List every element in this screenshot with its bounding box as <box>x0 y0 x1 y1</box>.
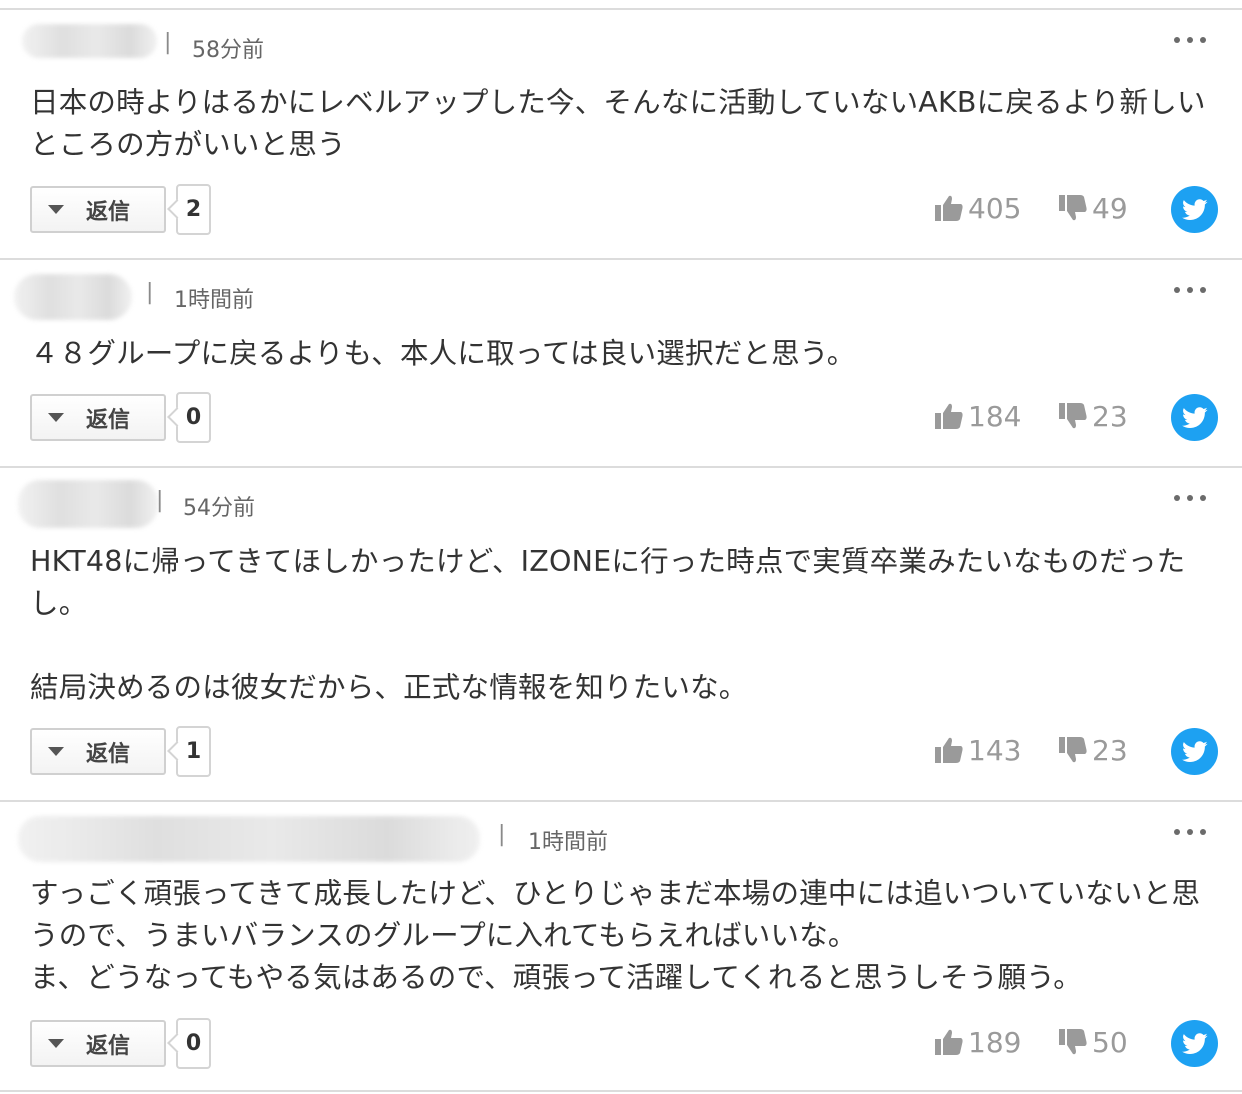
username-blurred <box>22 24 157 58</box>
comment-item: | 1時間前 ４８グループに戻るよりも、本人に取っては良い選択だと思う。 返信 … <box>0 260 1242 466</box>
thumbs-down-icon <box>1059 195 1087 221</box>
like-count: 184 <box>968 399 1022 433</box>
more-icon[interactable] <box>1174 494 1206 502</box>
chevron-down-icon <box>48 413 64 422</box>
comment-text: HKT48に帰ってきてほしかったけど、IZONEに行った時点で実質卒業みたいなも… <box>30 545 1186 704</box>
twitter-share-button[interactable] <box>1171 186 1218 233</box>
dislike-button[interactable]: 49 <box>1058 188 1128 228</box>
comment-meta: | 1時間前 <box>14 802 1242 862</box>
chevron-down-icon <box>48 205 64 214</box>
comment-time: 1時間前 <box>174 288 254 313</box>
chevron-down-icon <box>48 747 64 756</box>
twitter-icon <box>1181 1032 1208 1054</box>
reply-button[interactable]: 返信 <box>30 394 166 441</box>
thumbs-up-icon <box>935 737 963 763</box>
like-count: 405 <box>968 191 1022 225</box>
username-blurred <box>18 816 480 862</box>
username-blurred <box>18 480 158 528</box>
reply-count: 1 <box>176 726 211 777</box>
comment-meta: | 54分前 <box>14 468 1242 528</box>
reply-count: 0 <box>176 392 211 443</box>
twitter-share-button[interactable] <box>1171 728 1218 775</box>
comment-item: | 1時間前 すっごく頑張ってきて成長したけど、ひとりじゃまだ本場の連中には追い… <box>0 802 1242 1092</box>
meta-separator: | <box>156 488 164 513</box>
comment-item: | 54分前 HKT48に帰ってきてほしかったけど、IZONEに行った時点で実質… <box>0 468 1242 800</box>
thumbs-up-icon <box>935 403 963 429</box>
reply-label: 返信 <box>86 1033 131 1059</box>
thumbs-down-icon <box>1059 403 1087 429</box>
comment-text: ４８グループに戻るよりも、本人に取っては良い選択だと思う。 <box>30 337 856 370</box>
username-blurred <box>14 274 132 320</box>
like-button[interactable]: 189 <box>934 1022 1021 1062</box>
twitter-icon <box>1181 406 1208 428</box>
reply-label: 返信 <box>86 741 131 767</box>
twitter-share-button[interactable] <box>1171 394 1218 441</box>
more-icon[interactable] <box>1174 286 1206 294</box>
reply-label: 返信 <box>86 407 131 433</box>
like-button[interactable]: 143 <box>934 730 1021 770</box>
meta-separator: | <box>164 30 172 55</box>
reply-button[interactable]: 返信 <box>30 186 166 233</box>
thumbs-down-icon <box>1059 1029 1087 1055</box>
thumbs-up-icon <box>935 195 963 221</box>
comment-item: | 58分前 日本の時よりはるかにレベルアップした今、そんなに活動していないAK… <box>0 10 1242 258</box>
dislike-count: 23 <box>1092 733 1128 767</box>
separator <box>0 1090 1242 1092</box>
comment-text: すっごく頑張ってきて成長したけど、ひとりじゃまだ本場の連中には追いついていないと… <box>30 877 1201 994</box>
like-count: 143 <box>968 733 1022 767</box>
dislike-count: 50 <box>1092 1025 1128 1059</box>
dislike-count: 49 <box>1092 191 1128 225</box>
dislike-button[interactable]: 23 <box>1058 396 1128 436</box>
reply-button[interactable]: 返信 <box>30 1020 166 1067</box>
dislike-button[interactable]: 50 <box>1058 1022 1128 1062</box>
meta-separator: | <box>146 280 154 305</box>
twitter-icon <box>1181 740 1208 762</box>
comment-time: 58分前 <box>192 38 264 63</box>
chevron-down-icon <box>48 1039 64 1048</box>
reply-label: 返信 <box>86 199 131 225</box>
reply-button[interactable]: 返信 <box>30 728 166 775</box>
reply-count: 0 <box>176 1018 211 1069</box>
reply-count: 2 <box>176 184 211 235</box>
more-icon[interactable] <box>1174 828 1206 836</box>
dislike-count: 23 <box>1092 399 1128 433</box>
twitter-icon <box>1181 198 1208 220</box>
comment-time: 54分前 <box>183 496 255 521</box>
dislike-button[interactable]: 23 <box>1058 730 1128 770</box>
thumbs-up-icon <box>935 1029 963 1055</box>
twitter-share-button[interactable] <box>1171 1020 1218 1067</box>
comment-meta: | 58分前 <box>14 10 1242 70</box>
comment-time: 1時間前 <box>528 830 608 855</box>
like-count: 189 <box>968 1025 1022 1059</box>
thumbs-down-icon <box>1059 737 1087 763</box>
meta-separator: | <box>498 822 506 847</box>
like-button[interactable]: 184 <box>934 396 1021 436</box>
like-button[interactable]: 405 <box>934 188 1021 228</box>
more-icon[interactable] <box>1174 36 1206 44</box>
comment-meta: | 1時間前 <box>14 260 1242 320</box>
comment-text: 日本の時よりはるかにレベルアップした今、そんなに活動していないAKBに戻るより新… <box>30 86 1206 161</box>
